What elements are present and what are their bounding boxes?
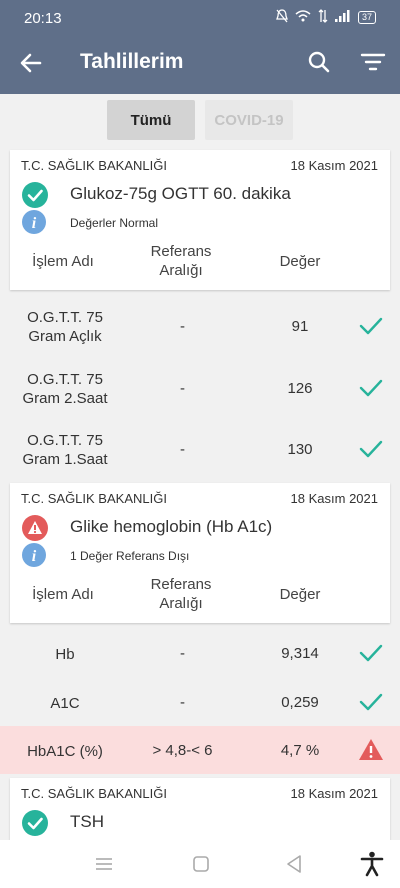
back-nav-icon[interactable] [285,854,303,879]
card-organization: T.C. SAĞLIK BAKANLIĞI [21,786,167,801]
row-test-name: O.G.T.T. 75 Gram 1.Saat [0,431,130,469]
row-test-name-line1: O.G.T.T. 75 [27,309,103,326]
back-arrow-icon[interactable] [18,50,44,76]
signal-icon [334,10,351,25]
recent-apps-icon[interactable] [94,856,114,877]
row-test-name: A1C [50,695,80,712]
header-value: Değer [279,586,321,603]
row-reference: - [180,441,185,458]
table-row-out-of-range: HbA1C (%) > 4,8-< 6 4,7 % [0,726,400,774]
card-organization: T.C. SAĞLIK BAKANLIĞI [21,491,167,506]
header-ref-line1: Referans [150,243,212,260]
status-bar: 20:13 37 [0,0,400,32]
header-ref-line1: Referans [150,576,212,593]
warning-icon [358,738,384,760]
row-test-name-line2: Gram 1.Saat [22,451,108,468]
table-row: O.G.T.T. 75 Gram 2.Saat - 126 [0,357,400,419]
card-date: 18 Kasım 2021 [290,491,378,506]
test-card-glucose[interactable]: T.C. SAĞLIK BAKANLIĞI 18 Kasım 2021 Gluk… [10,150,390,290]
card-status-text: 1 Değer Referans Dışı [70,549,190,563]
battery-icon: 37 [357,11,376,24]
tab-all[interactable]: Tümü [107,100,195,140]
card-test-title: TSH [70,812,104,831]
search-icon[interactable] [306,49,332,75]
table-row: O.G.T.T. 75 Gram 1.Saat - 130 [0,418,400,480]
data-icon [318,9,328,26]
row-test-name-line1: O.G.T.T. 75 [27,371,103,388]
header-ref-line2: Aralığı [159,262,203,279]
row-test-name-line2: Gram Açlık [28,328,102,345]
check-icon [358,642,384,664]
app-bar: Tahlillerim [0,32,400,94]
row-reference: - [180,380,185,397]
card-date: 18 Kasım 2021 [290,786,378,801]
test-card-tsh[interactable]: T.C. SAĞLIK BAKANLIĞI 18 Kasım 2021 TSH [10,778,390,840]
check-circle-icon [21,181,49,209]
header-value: Değer [279,253,321,270]
status-time: 20:13 [24,10,62,27]
row-value: 130 [287,441,313,458]
header-name: İşlem Adı [32,253,94,270]
check-icon [358,691,384,713]
row-reference: - [180,645,185,662]
card-organization: T.C. SAĞLIK BAKANLIĞI [21,158,167,173]
header-ref-line2: Aralığı [159,595,203,612]
row-value: 0,259 [281,694,319,711]
table-row: O.G.T.T. 75 Gram Açlık - 91 [0,295,400,357]
row-value: 9,314 [281,645,319,662]
row-test-name: Hb [55,646,75,663]
test-card-hba1c[interactable]: T.C. SAĞLIK BAKANLIĞI 18 Kasım 2021 Glik… [10,483,390,623]
row-test-name: O.G.T.T. 75 Gram Açlık [0,308,130,346]
card-test-title: Glike hemoglobin (Hb A1c) [70,517,273,536]
info-icon: i [21,542,47,568]
row-test-name: O.G.T.T. 75 Gram 2.Saat [0,370,130,408]
system-nav-bar [0,840,400,888]
row-reference: - [180,694,185,711]
row-test-name: HbA1C (%) [27,743,103,760]
home-icon[interactable] [192,855,210,878]
card-status-text: Değerler Normal [70,216,159,230]
filter-tabs: Tümü COVID-19 [107,100,293,140]
check-icon [358,377,384,399]
row-reference: - [180,318,185,335]
row-reference: > 4,8-< 6 [152,742,213,759]
check-circle-icon [21,809,49,837]
row-value: 91 [291,318,309,335]
header-name: İşlem Adı [32,586,94,603]
filter-icon[interactable] [360,51,386,77]
row-value: 4,7 % [280,742,320,759]
svg-text:i: i [32,215,37,232]
table-row: A1C - 0,259 [0,677,400,725]
accessibility-icon[interactable] [360,851,384,882]
row-test-name-line1: O.G.T.T. 75 [27,432,103,449]
check-icon [358,438,384,460]
mute-icon [276,9,288,26]
wifi-icon [295,10,311,25]
svg-text:i: i [32,548,37,565]
page-title: Tahlillerim [80,50,184,73]
warning-circle-icon [21,514,49,542]
check-icon [358,315,384,337]
card-test-title: Glukoz-75g OGTT 60. dakika [70,184,291,203]
tab-covid19[interactable]: COVID-19 [205,100,293,140]
status-icons: 37 [276,9,376,26]
card-date: 18 Kasım 2021 [290,158,378,173]
row-value: 126 [287,380,313,397]
table-row: Hb - 9,314 [0,628,400,676]
row-test-name-line2: Gram 2.Saat [22,390,108,407]
info-icon: i [21,209,47,235]
